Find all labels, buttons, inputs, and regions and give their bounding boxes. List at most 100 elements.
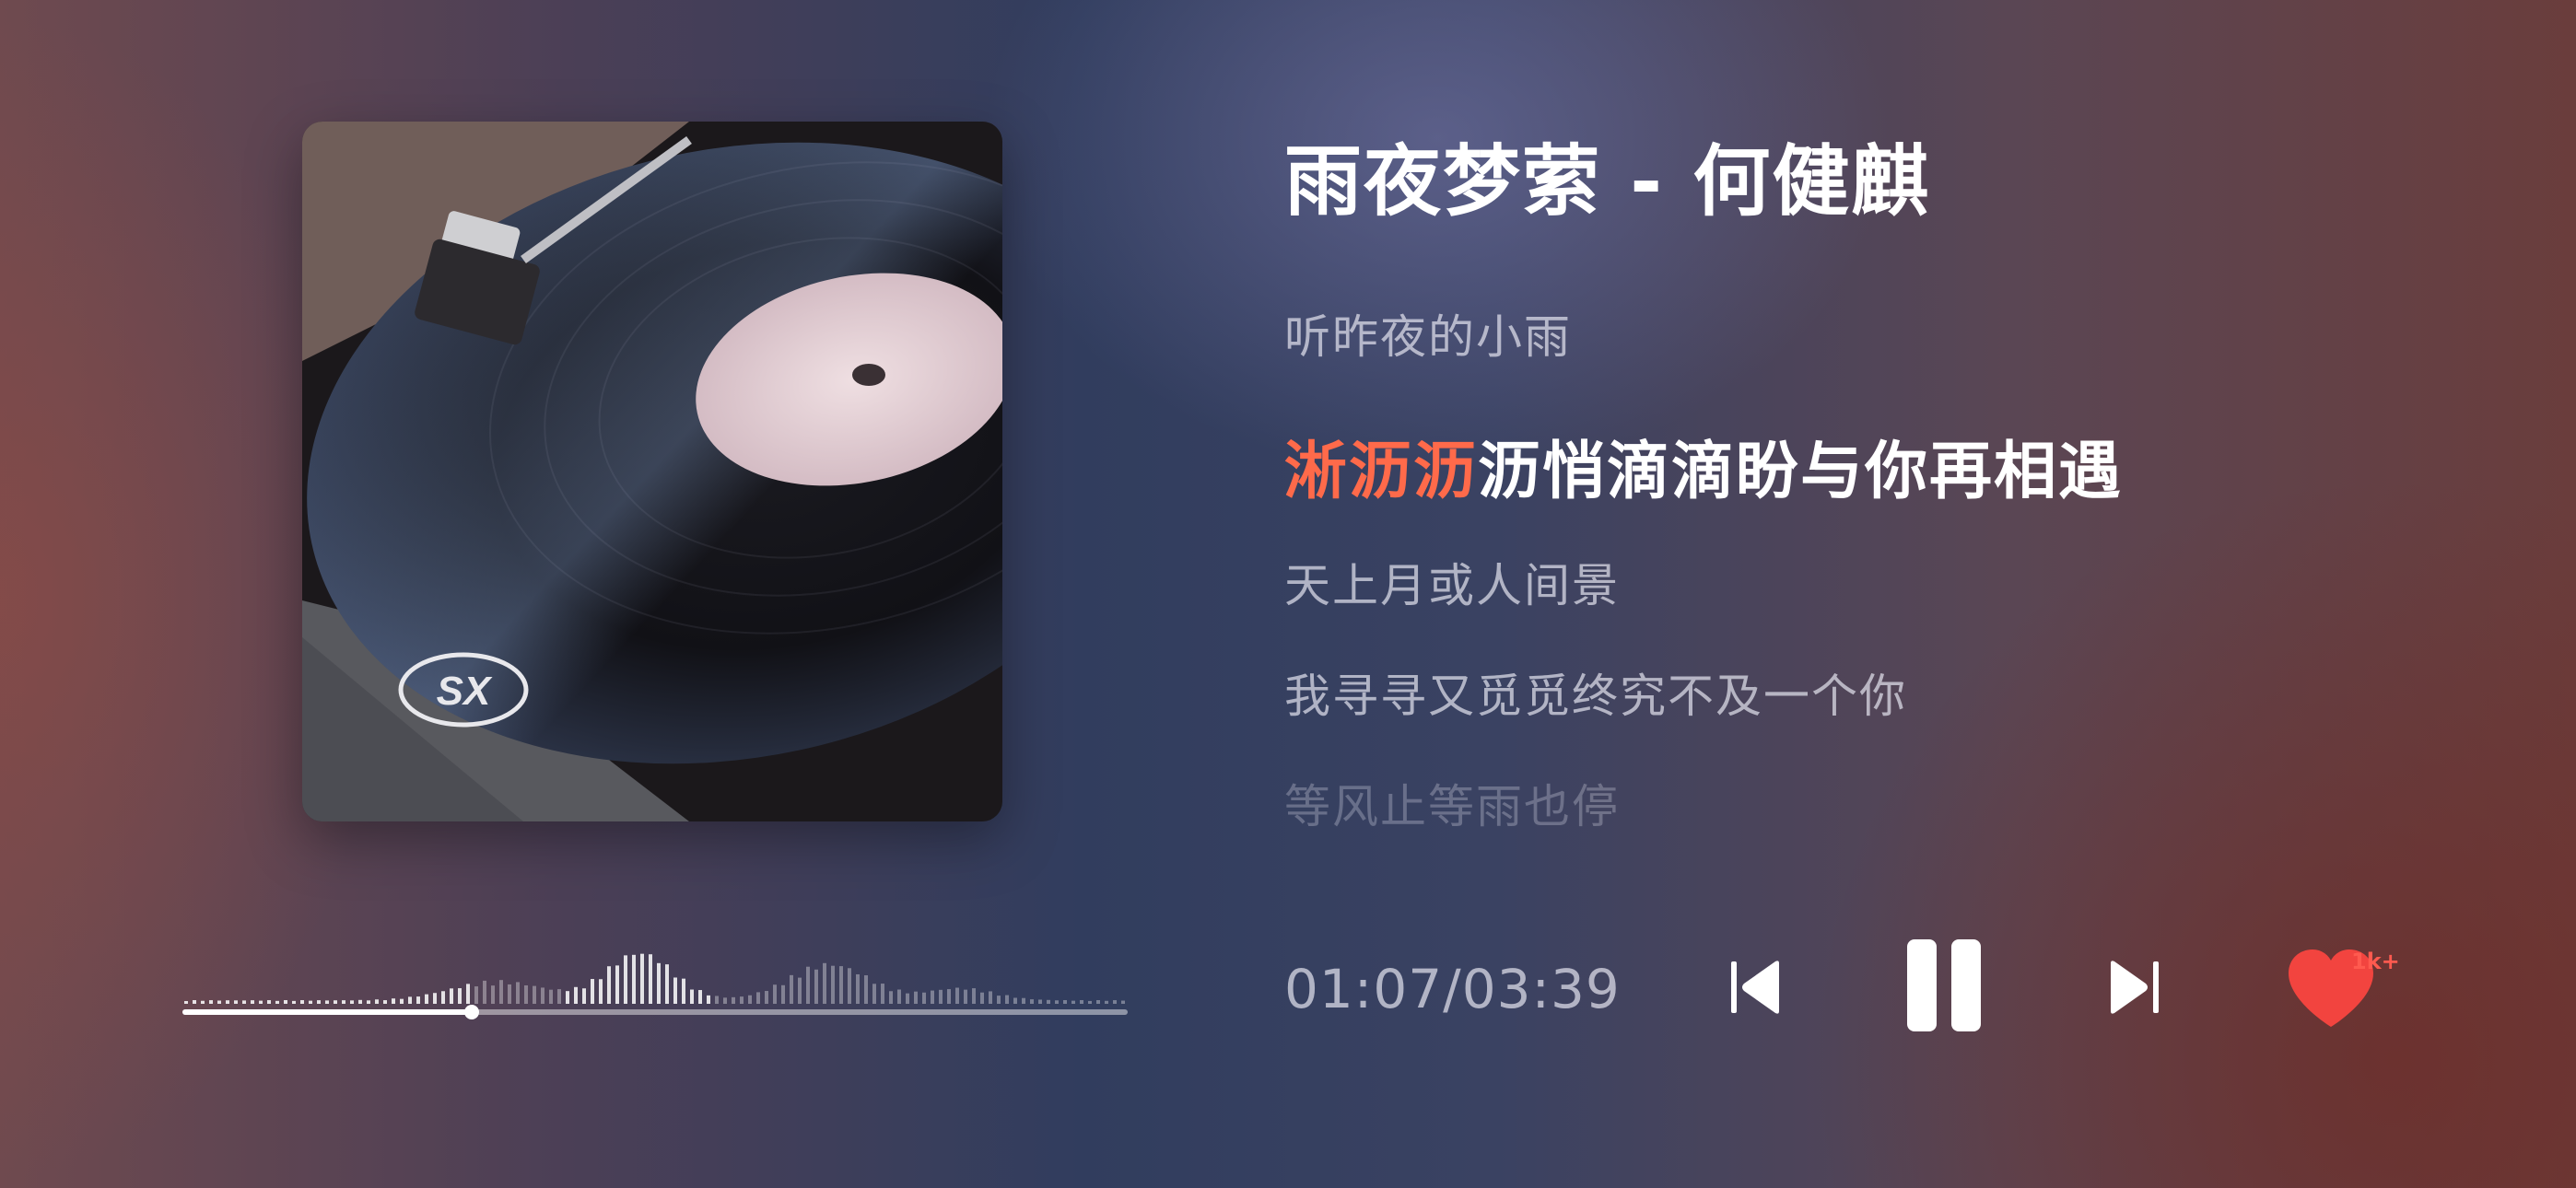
- waveform-bar: [914, 991, 918, 1004]
- waveform-bar: [831, 965, 835, 1004]
- progress-knob[interactable]: [463, 1005, 479, 1019]
- song-title: 雨夜梦萦 - 何健麒: [1284, 136, 1931, 227]
- waveform-bar: [989, 991, 992, 1004]
- waveform-bar: [582, 988, 586, 1004]
- waveform-bar: [375, 999, 379, 1004]
- waveform-bar: [309, 1000, 312, 1004]
- lyric-line-current: 淅沥沥沥悄滴滴盼与你再相遇: [1284, 420, 2123, 511]
- waveform-bar: [242, 1000, 246, 1004]
- waveform-bar: [649, 954, 652, 1004]
- waveform-bar: [682, 978, 685, 1004]
- waveform-bar: [392, 998, 395, 1004]
- waveform-bar: [955, 987, 959, 1004]
- lyric-line-next: 我寻寻又觅觅终究不及一个你: [1284, 670, 1907, 723]
- waveform-bar: [814, 969, 818, 1004]
- waveform-bar: [358, 999, 362, 1004]
- waveform-bar: [931, 990, 934, 1004]
- lyric-line-previous: 听昨夜的小雨: [1284, 310, 1572, 364]
- waveform-bar: [400, 998, 404, 1004]
- waveform-bar: [1088, 1000, 1092, 1004]
- waveform-bar: [1030, 999, 1034, 1004]
- waveform-bar: [234, 1000, 238, 1004]
- waveform-bar: [425, 994, 428, 1004]
- waveform-bar: [972, 988, 976, 1004]
- waveform-bar: [334, 1000, 337, 1004]
- vinyl-turntable-image: SX: [302, 122, 1002, 821]
- waveform-bar: [715, 996, 719, 1004]
- waveform-bar: [897, 989, 901, 1004]
- waveform-bar: [615, 965, 619, 1004]
- previous-track-button[interactable]: [1715, 950, 1798, 1024]
- waveform-bar: [673, 977, 677, 1004]
- waveform-bar: [474, 986, 478, 1004]
- svg-text:SX: SX: [437, 669, 493, 714]
- waveform-bar: [541, 987, 544, 1004]
- waveform-bar: [557, 989, 561, 1004]
- waveform-bar: [964, 989, 967, 1004]
- waveform-bar: [184, 1001, 188, 1004]
- waveform-bar: [483, 980, 486, 1004]
- waveform-bar: [416, 996, 420, 1004]
- waveform-bar: [516, 982, 520, 1004]
- waveform-bar: [524, 984, 528, 1004]
- waveform-bar: [1013, 997, 1017, 1004]
- waveform-bar: [906, 993, 909, 1004]
- skip-previous-icon: [1731, 961, 1779, 1014]
- progress-bar[interactable]: [182, 1005, 1128, 1019]
- waveform-bar: [1063, 999, 1067, 1004]
- skip-next-icon: [2111, 961, 2159, 1014]
- waveform-bar: [607, 966, 611, 1004]
- waveform-bar: [201, 1000, 205, 1004]
- waveform-bar: [342, 1000, 345, 1004]
- waveform-bar: [458, 988, 462, 1004]
- waveform-bar: [1096, 999, 1100, 1004]
- waveform-bar: [300, 1000, 304, 1004]
- waveform-bar: [665, 964, 669, 1004]
- waveform-bar: [748, 995, 752, 1004]
- waveform-bar: [632, 954, 636, 1004]
- waveform-bar: [566, 991, 569, 1004]
- waveform-bar: [980, 992, 984, 1004]
- waveform-bar: [499, 980, 503, 1004]
- waveform-bar: [806, 966, 810, 1004]
- progress-fill: [182, 1009, 472, 1015]
- waveform-bar: [193, 1000, 196, 1004]
- waveform-bar: [599, 979, 603, 1004]
- waveform-bar: [839, 966, 843, 1004]
- waveform-bar: [922, 992, 926, 1004]
- waveform-bar: [872, 984, 876, 1004]
- waveform-bar: [574, 986, 578, 1004]
- waveform-bar: [1080, 999, 1083, 1004]
- pause-button[interactable]: [1898, 935, 1990, 1036]
- waveform-bar: [1005, 995, 1009, 1004]
- waveform-bar: [508, 984, 511, 1004]
- lyric-line-next: 天上月或人间景: [1284, 559, 1620, 612]
- waveform-bar: [267, 1000, 271, 1004]
- waveform-bar: [1038, 999, 1042, 1004]
- waveform-bar: [640, 953, 644, 1004]
- waveform-bar: [1113, 1000, 1117, 1004]
- waveform-bar: [292, 1000, 296, 1004]
- waveform-bar: [790, 974, 793, 1004]
- album-cover: SX: [302, 122, 1002, 821]
- waveform-bar: [947, 989, 951, 1004]
- waveform-bar: [1105, 1000, 1108, 1004]
- waveform-bar: [864, 975, 868, 1004]
- waveform-bar: [765, 991, 768, 1004]
- waveform-bar: [325, 1000, 329, 1004]
- next-track-button[interactable]: [2091, 950, 2174, 1024]
- waveform-bar: [823, 962, 826, 1004]
- waveform-bar: [1047, 999, 1050, 1004]
- waveform-bar: [773, 984, 777, 1004]
- waveform-bar: [259, 1000, 263, 1004]
- waveform-bar: [657, 962, 661, 1004]
- waveform-bar: [740, 996, 744, 1004]
- waveform-bar: [756, 992, 760, 1004]
- waveform-bar: [798, 977, 802, 1004]
- waveform-bar: [466, 984, 470, 1004]
- waveform-bar: [383, 1000, 387, 1004]
- audio-waveform: [182, 939, 1128, 1004]
- waveform-bar: [1071, 1000, 1075, 1004]
- waveform-bar: [997, 996, 1001, 1004]
- pause-icon: [1907, 939, 1981, 1031]
